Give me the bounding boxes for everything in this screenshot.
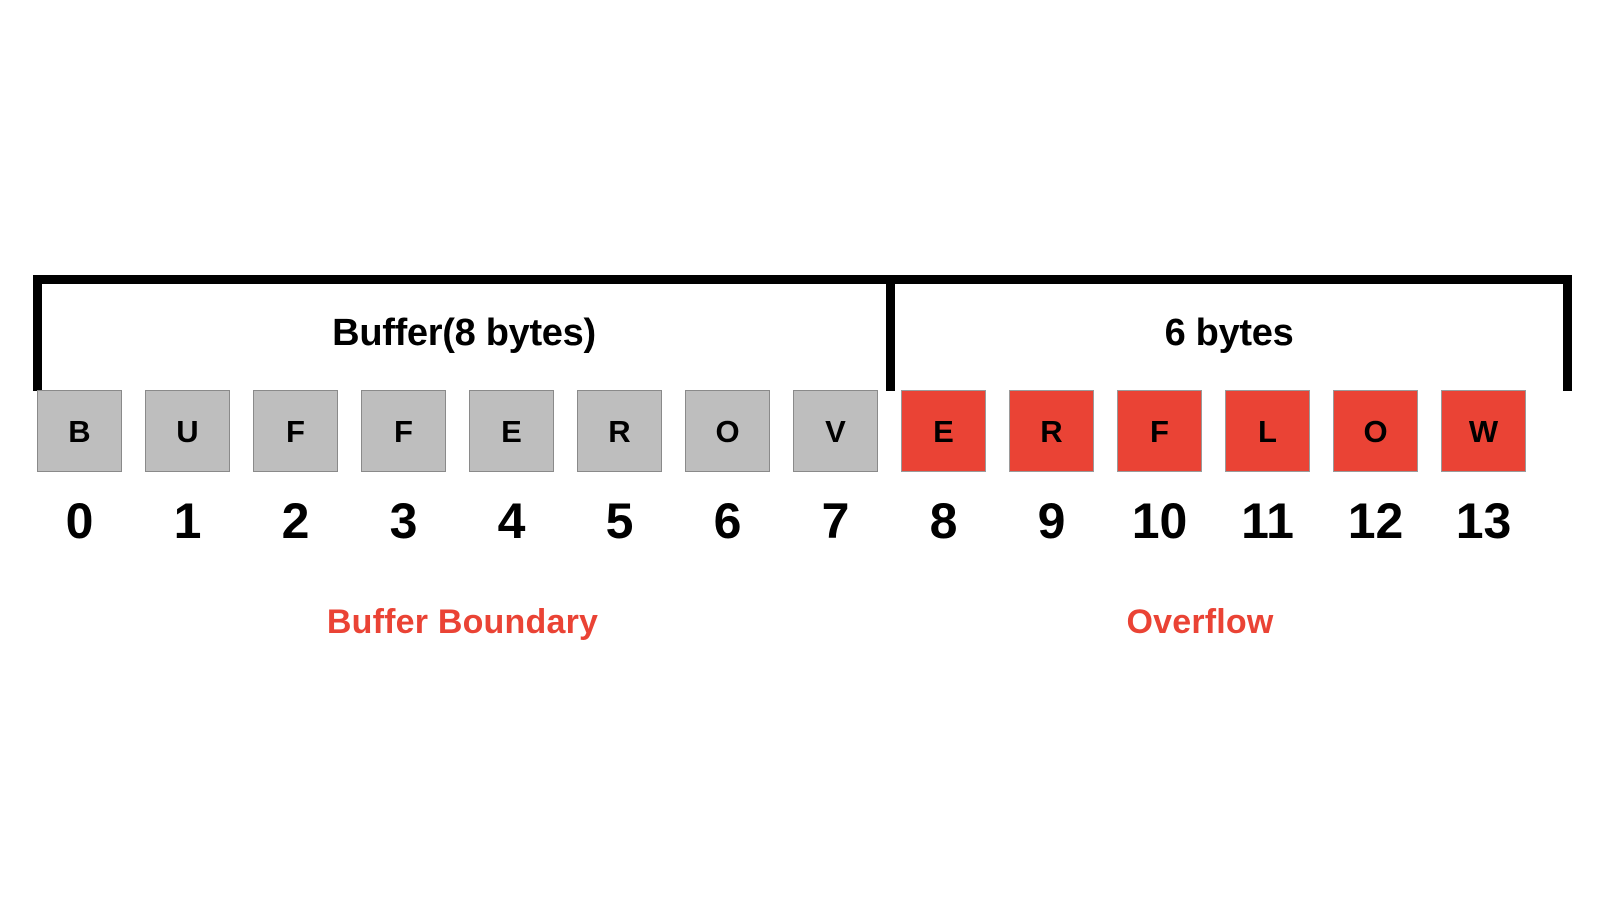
- byte-cell-0: B: [37, 390, 122, 472]
- byte-index-5: 5: [605, 493, 634, 549]
- buffer-bracket-label: Buffer(8 bytes): [332, 312, 596, 354]
- byte-cell-4: E: [469, 390, 554, 472]
- byte-cell-char: F: [286, 413, 305, 449]
- byte-cell-char: L: [1258, 413, 1277, 449]
- byte-index-4: 4: [497, 493, 526, 549]
- byte-index-6: 6: [713, 493, 742, 549]
- byte-cell-3: F: [361, 390, 446, 472]
- byte-cell-11: L: [1225, 390, 1310, 472]
- byte-index-13: 13: [1455, 493, 1512, 549]
- byte-cell-7: V: [793, 390, 878, 472]
- byte-cell-char: V: [825, 413, 846, 449]
- byte-cell-char: O: [715, 413, 740, 449]
- byte-index-10: 10: [1131, 493, 1188, 549]
- byte-cell-char: F: [1150, 413, 1169, 449]
- byte-cell-2: F: [253, 390, 338, 472]
- byte-index-7: 7: [821, 493, 850, 549]
- byte-cell-char: F: [394, 413, 413, 449]
- byte-index-2: 2: [281, 493, 310, 549]
- byte-cell-1: U: [145, 390, 230, 472]
- buffer-boundary-caption: Buffer Boundary: [326, 603, 599, 641]
- byte-cell-char: E: [933, 413, 954, 449]
- diagram-canvas: Buffer(8 bytes) 6 bytes B U F F E R O V E R F L O W 0…: [0, 0, 1600, 900]
- byte-cell-char: E: [501, 413, 522, 449]
- byte-cell-12: O: [1333, 390, 1418, 472]
- byte-cell-char: O: [1363, 413, 1388, 449]
- byte-cell-char: B: [68, 413, 91, 449]
- byte-index-9: 9: [1037, 493, 1066, 549]
- overflow-caption: Overflow: [1126, 603, 1274, 641]
- byte-cell-13: W: [1441, 390, 1526, 472]
- byte-cell-char: W: [1468, 413, 1499, 449]
- byte-index-0: 0: [65, 493, 94, 549]
- byte-index-12: 12: [1347, 493, 1404, 549]
- overflow-bracket-label: 6 bytes: [1164, 312, 1294, 354]
- byte-cell-char: U: [176, 413, 199, 449]
- byte-index-8: 8: [929, 493, 958, 549]
- byte-cell-10: F: [1117, 390, 1202, 472]
- byte-index-3: 3: [389, 493, 418, 549]
- byte-index-1: 1: [173, 493, 202, 549]
- byte-cell-5: R: [577, 390, 662, 472]
- buffer-bracket: Buffer(8 bytes): [33, 275, 895, 391]
- byte-index-11: 11: [1241, 493, 1294, 549]
- byte-cell-char: R: [608, 413, 631, 449]
- overflow-bracket: 6 bytes: [886, 275, 1572, 391]
- byte-cell-6: O: [685, 390, 770, 472]
- byte-cell-8: E: [901, 390, 986, 472]
- byte-cell-char: R: [1040, 413, 1063, 449]
- byte-cell-9: R: [1009, 390, 1094, 472]
